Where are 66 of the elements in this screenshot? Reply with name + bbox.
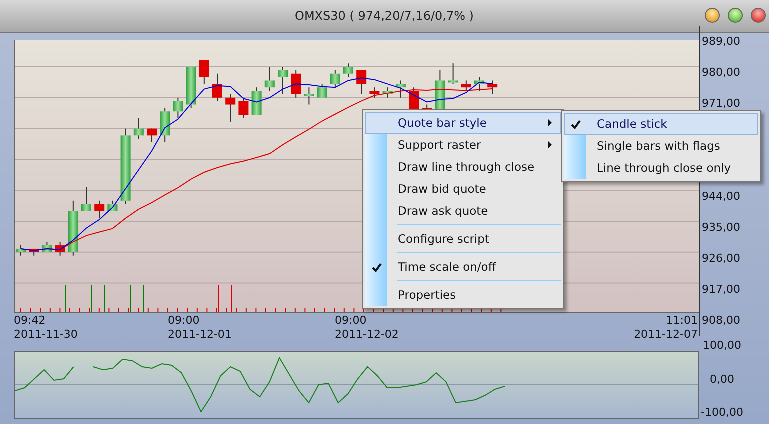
y-axis-label: 926,00: [702, 252, 742, 265]
menu-item[interactable]: Quote bar style: [365, 112, 561, 134]
candlestick: [461, 80, 472, 92]
y-axis-label: 908,00: [702, 314, 742, 327]
menu-item[interactable]: Draw ask quote: [365, 200, 561, 222]
menu-item[interactable]: Time scale on/off: [365, 256, 561, 278]
menu-item[interactable]: Draw bid quote: [365, 178, 561, 200]
candlestick: [82, 186, 92, 212]
candlestick: [291, 70, 302, 98]
time-label: 09:42: [14, 314, 47, 327]
candlestick: [212, 73, 222, 102]
y-axis-label: -100,00: [701, 406, 744, 419]
date-label: 2011-11-30: [14, 328, 78, 341]
candlestick: [68, 200, 78, 256]
candlestick: [173, 97, 184, 119]
close-button[interactable]: [751, 8, 766, 23]
y-axis-label: 935,00: [702, 221, 742, 234]
candlestick: [199, 60, 210, 85]
candlestick: [16, 245, 26, 256]
candlestick: [264, 66, 275, 92]
candlestick: [108, 200, 118, 212]
time-label: 09:00: [335, 314, 368, 327]
date-label: 2011-12-07: [634, 328, 698, 341]
candlestick: [370, 87, 380, 98]
candlestick: [356, 70, 367, 95]
menu-item[interactable]: Configure script: [365, 228, 561, 250]
maximize-button[interactable]: [728, 8, 743, 23]
y-axis-label: 980,00: [702, 66, 742, 79]
candlestick: [160, 108, 170, 144]
candlestick: [488, 80, 498, 95]
candlestick: [134, 118, 144, 140]
time-label: 11:01: [666, 314, 698, 327]
y-axis-label: 0,00: [710, 372, 734, 386]
candlestick: [330, 70, 340, 88]
y-axis-label: 971,00: [702, 97, 742, 110]
candlestick: [344, 63, 354, 78]
menu-item[interactable]: Properties: [365, 284, 561, 306]
y-axis-label: 989,00: [702, 35, 742, 48]
candlestick: [278, 66, 288, 95]
candlestick: [94, 200, 105, 219]
menu-item[interactable]: Candle stick: [564, 113, 758, 135]
oscillator-line: [14, 366, 74, 392]
candlestick: [317, 84, 328, 98]
candlestick: [42, 242, 52, 253]
candlestick: [304, 87, 314, 106]
candlestick: [147, 128, 157, 144]
candlestick: [474, 76, 484, 92]
time-label: 09:00: [168, 314, 201, 327]
y-axis-label: 944,00: [702, 190, 742, 203]
y-axis-label: 917,00: [702, 283, 742, 296]
minimize-button[interactable]: [705, 8, 720, 23]
menu-item[interactable]: Line through close only: [564, 157, 758, 179]
candlestick: [238, 97, 249, 119]
y-axis-label: 100,00: [702, 339, 742, 352]
candlestick: [396, 80, 406, 98]
date-label: 2011-12-01: [168, 328, 232, 341]
window-title: OMXS30 ( 974,20/7,16/0,7% ): [295, 9, 474, 23]
candlestick: [448, 63, 458, 85]
menu-item[interactable]: Single bars with flags: [564, 135, 758, 157]
candlestick: [226, 94, 236, 122]
menu-item[interactable]: Draw line through close: [365, 156, 561, 178]
candlestick: [55, 242, 66, 256]
date-label: 2011-12-02: [335, 328, 399, 341]
menu-item[interactable]: Support raster: [365, 134, 561, 156]
candlestick: [29, 248, 40, 256]
candlestick: [382, 87, 393, 98]
